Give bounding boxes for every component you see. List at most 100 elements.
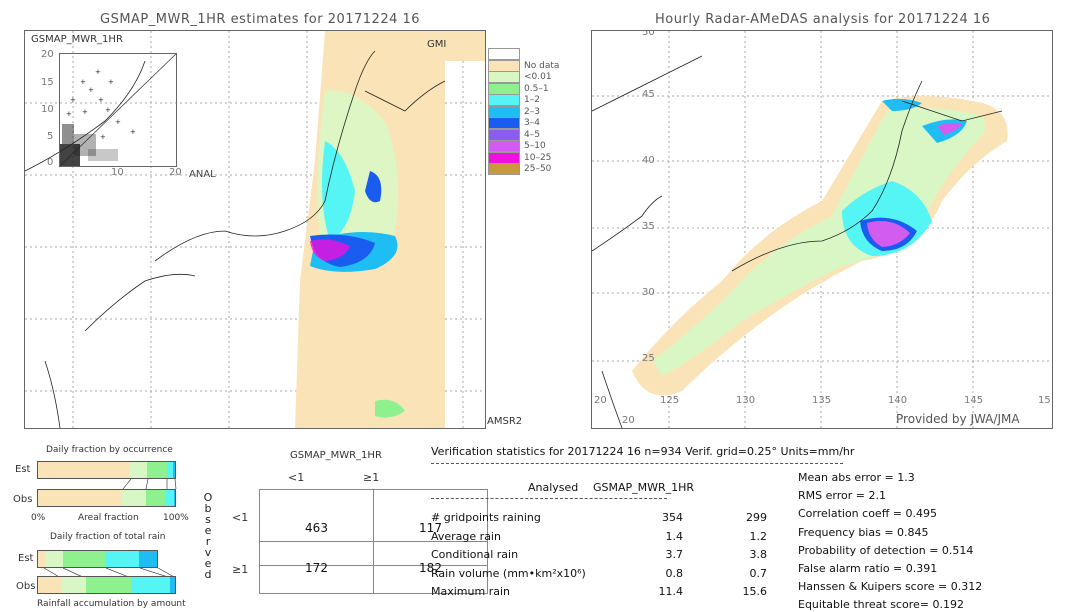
col-analysed: Analysed bbox=[528, 481, 579, 494]
occurrence-segment bbox=[166, 490, 175, 506]
total-rain-title: Daily fraction of total rain bbox=[50, 532, 166, 542]
legend-label: 1–2 bbox=[524, 95, 540, 105]
legend-item: 0.5–1 bbox=[488, 82, 578, 95]
data-credit: Provided by JWA/JMA bbox=[896, 412, 1020, 426]
lon-tick: 15 bbox=[1038, 395, 1051, 406]
stat-label: # gridpoints raining bbox=[431, 511, 541, 524]
legend-item: 3–4 bbox=[488, 117, 578, 129]
occurrence-segment bbox=[38, 462, 131, 478]
svg-text:+: + bbox=[88, 86, 94, 94]
svg-text:+: + bbox=[95, 68, 101, 76]
legend-label: 3–4 bbox=[524, 118, 540, 128]
legend-item: 25–50 bbox=[488, 163, 578, 175]
total-rain-segment bbox=[45, 551, 63, 567]
scatter-plot: ++ + + ++ ++ ++ ++ bbox=[59, 53, 177, 167]
lon-tick: 140 bbox=[888, 395, 908, 406]
legend-item bbox=[488, 48, 578, 60]
color-legend: No data <0.01 0.5–1 1–2 2–3 3–4 4–5 5–10 10–25 25… bbox=[488, 48, 578, 188]
legend-swatch bbox=[488, 48, 520, 60]
contingency-cell-miss: 172 bbox=[259, 541, 374, 594]
occurrence-est-label: Est bbox=[15, 464, 31, 475]
total-rain-segment bbox=[85, 577, 132, 593]
right-map-canvas bbox=[592, 31, 1052, 428]
stat-analysed: 11.4 bbox=[658, 585, 684, 598]
legend-item: 10–25 bbox=[488, 151, 578, 164]
legend-swatch bbox=[488, 105, 520, 118]
lat-tick: 20 bbox=[594, 395, 607, 406]
occurrence-segment bbox=[145, 490, 167, 506]
legend-swatch bbox=[488, 117, 520, 129]
legend-swatch bbox=[488, 140, 520, 152]
total-rain-segment bbox=[38, 577, 62, 593]
scatter-ytick: 0 bbox=[47, 157, 54, 168]
total-rain-segment bbox=[61, 577, 86, 593]
svg-text:+: + bbox=[130, 128, 136, 136]
total-rain-segment bbox=[139, 551, 157, 567]
score-item: Mean abs error = 1.3 bbox=[798, 471, 915, 484]
header-divider bbox=[431, 463, 843, 464]
stat-analysed: 0.8 bbox=[665, 566, 684, 580]
lon-tick: 135 bbox=[812, 395, 832, 406]
score-item: Probability of detection = 0.514 bbox=[798, 543, 974, 557]
contingency-row-lt: <1 bbox=[232, 511, 249, 524]
lat-tick: 30 bbox=[642, 287, 655, 298]
total-rain-segment bbox=[170, 577, 175, 593]
total-rain-segment bbox=[38, 551, 46, 567]
stat-label: Conditional rain bbox=[431, 548, 519, 561]
scatter-ytick: 10 bbox=[41, 104, 54, 115]
legend-label: <0.01 bbox=[524, 72, 552, 82]
lat-tick-bottom: 20 bbox=[622, 415, 635, 426]
observed-letter: d bbox=[204, 568, 212, 581]
scatter-ytick: 15 bbox=[41, 77, 54, 88]
score-item: RMS error = 2.1 bbox=[798, 489, 886, 503]
legend-item: No data bbox=[488, 59, 578, 72]
svg-text:+: + bbox=[108, 78, 114, 86]
left-map-panel: GSMAP_MWR_1HR + + + + + + + + + + + + 20 15 10… bbox=[24, 30, 486, 429]
legend-label: 5–10 bbox=[524, 141, 546, 151]
occurrence-segment bbox=[38, 490, 123, 506]
occurrence-segment bbox=[146, 462, 167, 478]
legend-label: 2–3 bbox=[524, 106, 540, 117]
total-rain-obs-bar bbox=[37, 576, 176, 594]
lat-tick: 45 bbox=[642, 89, 655, 100]
score-item: Frequency bias = 0.845 bbox=[798, 525, 929, 539]
legend-swatch bbox=[488, 59, 520, 72]
left-map-title: GSMAP_MWR_1HR estimates for 20171224 16 bbox=[100, 12, 421, 27]
svg-text:+: + bbox=[115, 118, 121, 126]
scatter-xtick: 10 bbox=[111, 167, 124, 178]
occurrence-est-bar bbox=[37, 461, 176, 479]
observed-axis-label: Observed bbox=[203, 492, 213, 580]
stat-analysed: 1.4 bbox=[665, 529, 684, 543]
occurrence-obs-label: Obs bbox=[13, 494, 33, 505]
lat-tick: 35 bbox=[642, 221, 655, 232]
occurrence-connectors bbox=[122, 479, 177, 489]
legend-swatch bbox=[488, 82, 520, 95]
svg-text:+: + bbox=[98, 96, 104, 104]
scatter-xtick: 20 bbox=[169, 167, 182, 178]
occurrence-x-right: 100% bbox=[163, 513, 189, 523]
total-rain-segment bbox=[131, 577, 171, 593]
stat-label: Average rain bbox=[431, 529, 501, 543]
score-item: Correlation coeff = 0.495 bbox=[798, 507, 937, 521]
occurrence-segment bbox=[130, 462, 147, 478]
legend-label: 25–50 bbox=[524, 164, 552, 174]
scatter-ytick: 5 bbox=[47, 131, 54, 142]
score-item: Equitable threat score= 0.192 bbox=[798, 598, 964, 612]
svg-text:+: + bbox=[80, 78, 86, 86]
legend-item: 1–2 bbox=[488, 94, 578, 106]
lon-tick: 145 bbox=[964, 395, 984, 406]
scatter-points: ++ + + ++ ++ ++ ++ bbox=[60, 68, 136, 166]
svg-text:+: + bbox=[82, 108, 88, 116]
svg-text:+: + bbox=[105, 106, 111, 114]
total-rain-footer: Rainfall accumulation by amount bbox=[37, 599, 186, 609]
stat-gsmap: 0.7 bbox=[749, 566, 768, 580]
legend-item: 5–10 bbox=[488, 140, 578, 152]
total-rain-est-bar bbox=[37, 550, 158, 568]
legend-label: 0.5–1 bbox=[524, 83, 549, 94]
contingency-row-ge: ≥1 bbox=[232, 563, 249, 576]
total-rain-est-label: Est bbox=[18, 553, 34, 564]
legend-label: 10–25 bbox=[524, 152, 552, 163]
total-rain-segment bbox=[62, 551, 105, 567]
right-map-panel: 50 45 40 35 30 25 20 20 125 130 135 140 … bbox=[591, 30, 1053, 429]
stat-analysed: 3.7 bbox=[665, 548, 684, 561]
